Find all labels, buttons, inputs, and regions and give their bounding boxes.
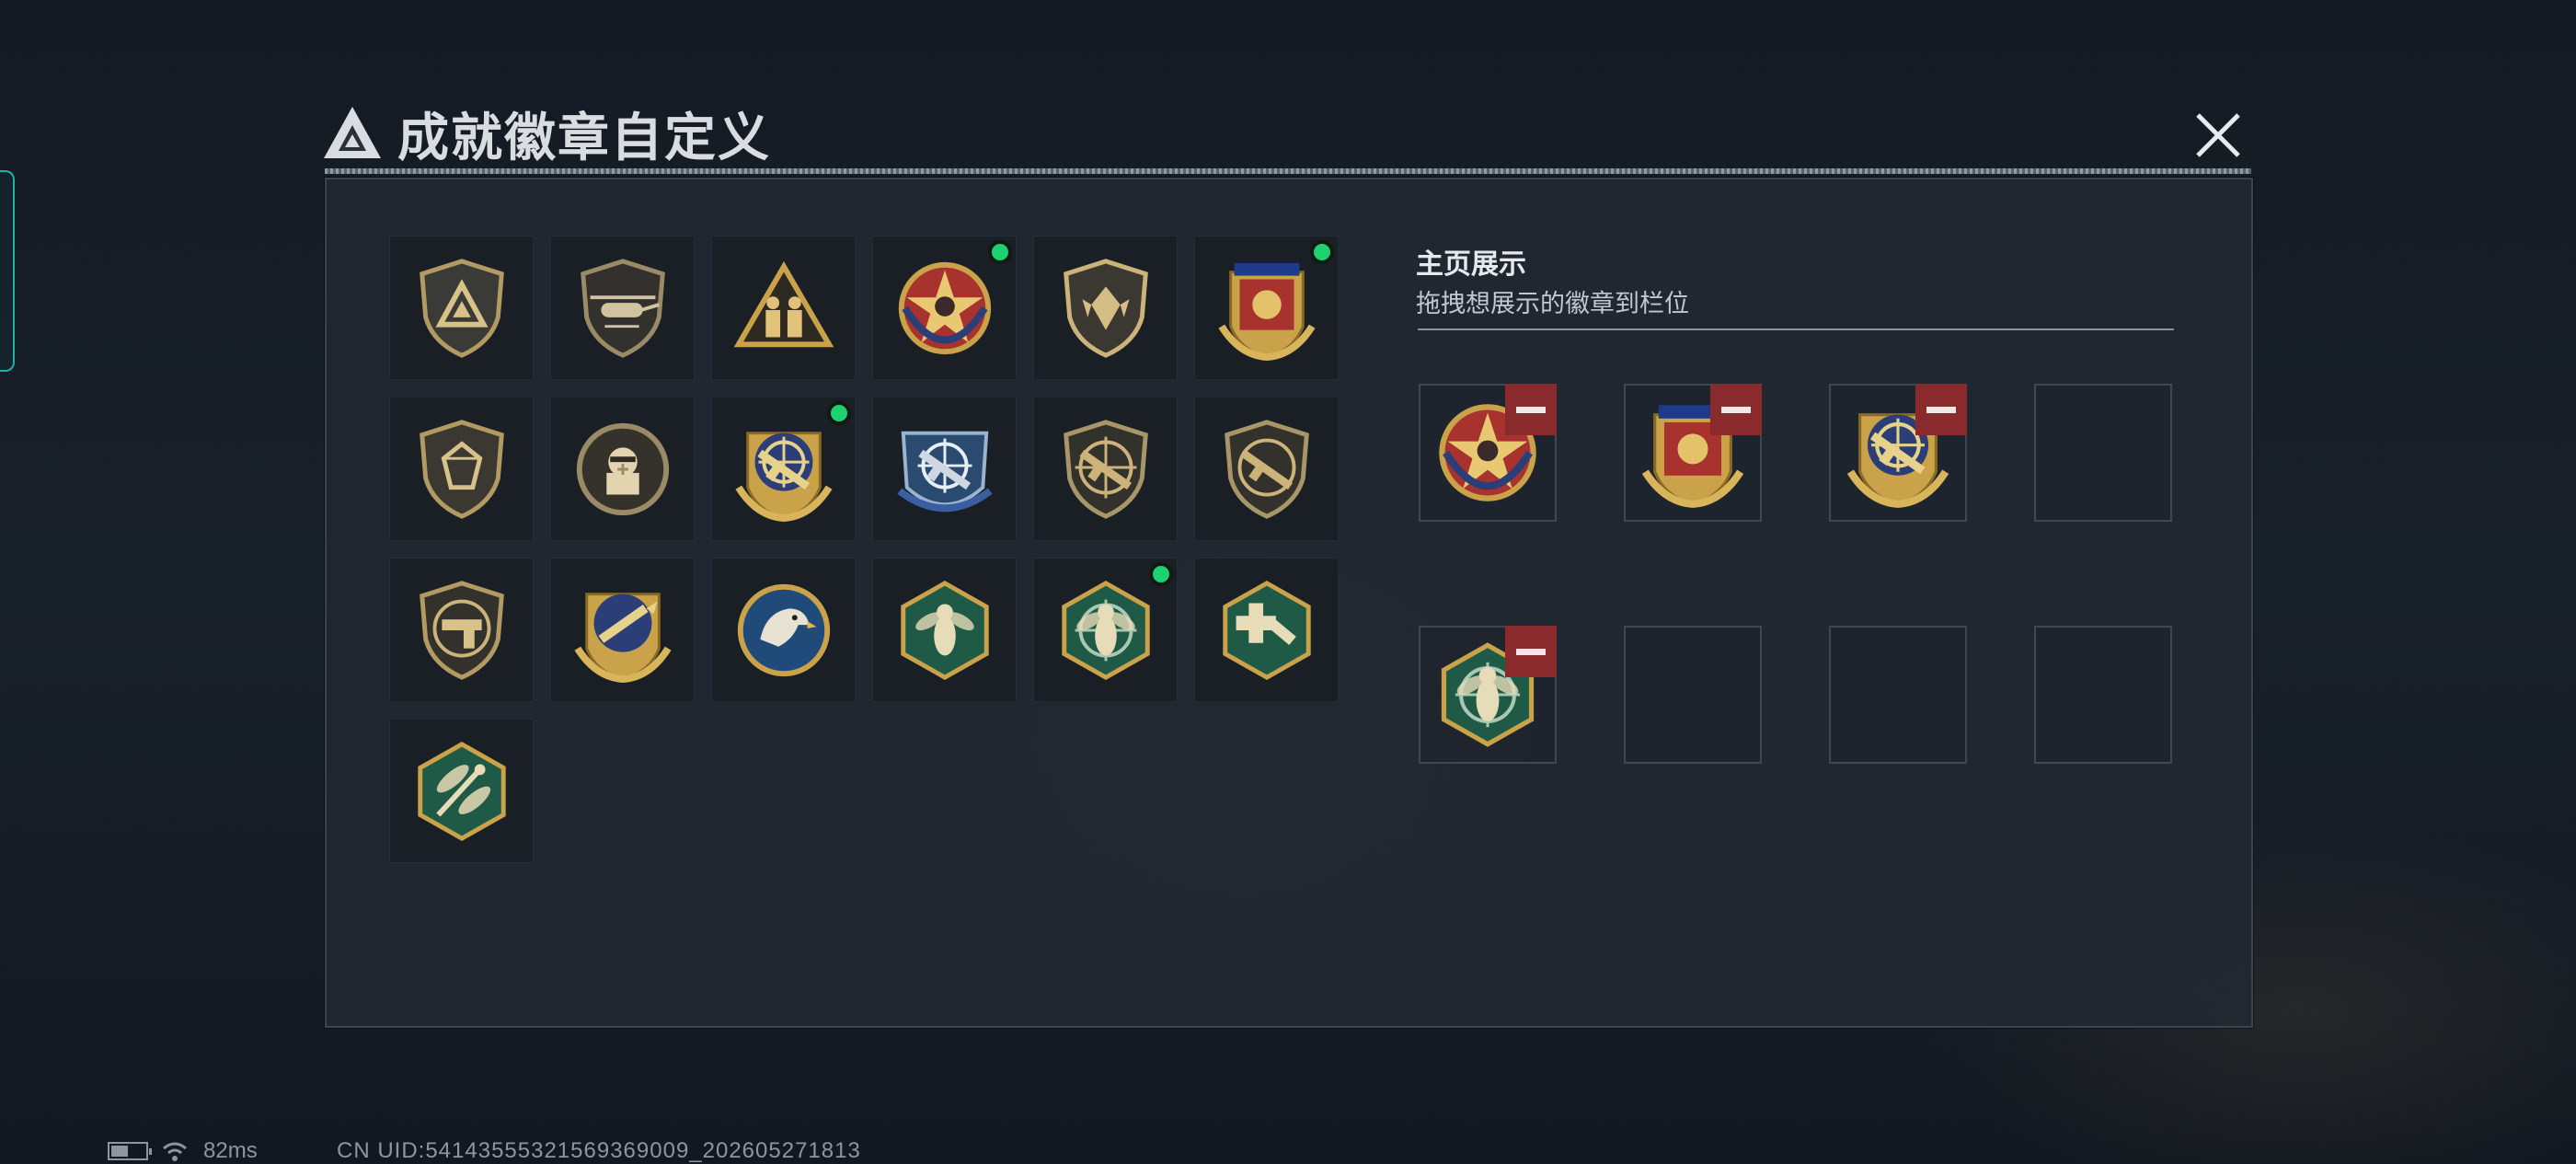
hornet-hex-badge-icon	[900, 580, 989, 680]
rifle-scope-shield-badge-icon	[1063, 419, 1148, 519]
remove-badge-button[interactable]	[1915, 384, 1967, 435]
panel-top-border	[325, 168, 2251, 174]
display-slot-empty[interactable]	[1829, 626, 1967, 764]
display-slot-empty[interactable]	[2034, 384, 2172, 522]
badge-cell[interactable]	[389, 719, 534, 863]
skull-star-round-badge-icon	[898, 261, 991, 354]
display-title: 主页展示	[1416, 249, 1526, 280]
badge-cell[interactable]	[872, 236, 1017, 380]
display-slot-filled[interactable]	[1419, 626, 1557, 764]
badge-cell[interactable]	[711, 397, 856, 541]
display-slot-filled[interactable]	[1829, 384, 1967, 522]
badge-cell[interactable]	[1033, 397, 1178, 541]
rocket-gold-crest-badge-icon	[573, 592, 672, 683]
sniper-crosshair-blue-badge-icon	[896, 431, 993, 512]
left-edge-tab[interactable]	[0, 170, 15, 372]
triangle-logo-shield-badge-icon	[419, 258, 504, 358]
display-slot-empty[interactable]	[1624, 626, 1762, 764]
badge-cell[interactable]	[1194, 236, 1339, 380]
minus-icon	[1721, 406, 1751, 413]
pistol-shield-badge-icon	[419, 580, 504, 680]
red-gold-crest-badge-icon	[1217, 262, 1316, 361]
rifle-crosshair-gold-badge-icon	[734, 431, 833, 522]
badge-cell[interactable]	[872, 397, 1017, 541]
status-bar: 82ms	[108, 1138, 258, 1164]
window-title-bar: 成就徽章自定义	[320, 97, 771, 170]
display-subtitle: 拖拽想展示的徽章到栏位	[1416, 290, 1689, 317]
minus-icon	[1516, 406, 1546, 413]
minus-icon	[1516, 648, 1546, 655]
new-indicator-dot	[988, 240, 1012, 264]
badge-cell[interactable]	[711, 558, 856, 702]
badge-cell[interactable]	[1194, 558, 1339, 702]
badge-cell[interactable]	[550, 236, 695, 380]
new-indicator-dot	[1149, 562, 1173, 586]
badge-cell[interactable]	[711, 236, 856, 380]
wifi-icon	[163, 1142, 187, 1161]
remove-badge-button[interactable]	[1505, 384, 1557, 435]
display-slot-empty[interactable]	[2034, 626, 2172, 764]
dragonfly-hex-badge-icon	[417, 741, 506, 841]
close-icon	[2196, 113, 2240, 157]
window-title: 成就徽章自定义	[397, 108, 771, 167]
minus-icon	[1926, 406, 1956, 413]
soldiers-triangle-badge-icon	[733, 260, 834, 347]
gem-shield-badge-icon	[419, 419, 504, 519]
wings-emblem-shield-badge-icon	[1063, 258, 1148, 358]
display-divider	[1418, 328, 2174, 330]
medic-hammer-hex-badge-icon	[1222, 580, 1311, 680]
remove-badge-button[interactable]	[1710, 384, 1762, 435]
new-indicator-dot	[827, 401, 851, 425]
uid-text: CN UID:5414355532156936900​9_20260527181…	[337, 1138, 861, 1163]
eagle-blue-badge-icon	[737, 583, 830, 676]
battery-icon	[108, 1142, 152, 1160]
new-indicator-dot	[1310, 240, 1334, 264]
badge-cell[interactable]	[1194, 397, 1339, 541]
badge-cell[interactable]	[389, 558, 534, 702]
badge-cell[interactable]	[872, 558, 1017, 702]
close-button[interactable]	[2188, 103, 2248, 167]
badge-cell[interactable]	[1033, 558, 1178, 702]
badge-cell[interactable]	[389, 236, 534, 380]
display-slot-filled[interactable]	[1419, 384, 1557, 522]
remove-badge-button[interactable]	[1505, 626, 1557, 677]
badge-cell[interactable]	[389, 397, 534, 541]
helicopter-badge-icon	[580, 258, 665, 358]
badge-cell[interactable]	[550, 397, 695, 541]
smg-scope-shield-badge-icon	[1224, 419, 1309, 519]
ping-text: 82ms	[203, 1138, 258, 1163]
triangle-logo-icon	[324, 107, 381, 158]
badge-cell[interactable]	[1033, 236, 1178, 380]
display-slot-filled[interactable]	[1624, 384, 1762, 522]
badge-cell[interactable]	[550, 558, 695, 702]
hornet-crosshair-hex-badge-icon	[1061, 580, 1150, 680]
soldier-crosshair-badge-icon	[576, 422, 669, 515]
